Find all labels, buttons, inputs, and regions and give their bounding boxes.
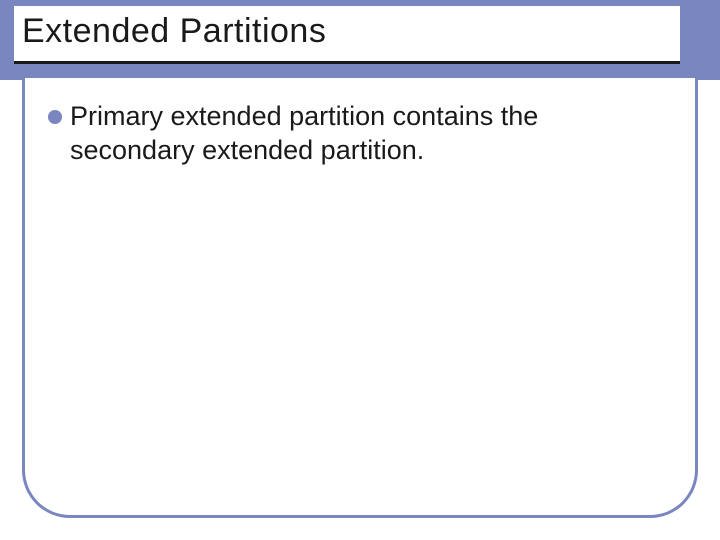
body-area: Primary extended partition contains the …: [48, 100, 660, 168]
bullet-item: Primary extended partition contains the …: [48, 100, 660, 168]
title-box: Extended Partitions: [14, 6, 680, 64]
bullet-dot-icon: [48, 110, 62, 124]
slide-title: Extended Partitions: [22, 12, 672, 51]
slide: Extended Partitions Primary extended par…: [0, 0, 720, 540]
bullet-text: Primary extended partition contains the …: [70, 100, 660, 168]
